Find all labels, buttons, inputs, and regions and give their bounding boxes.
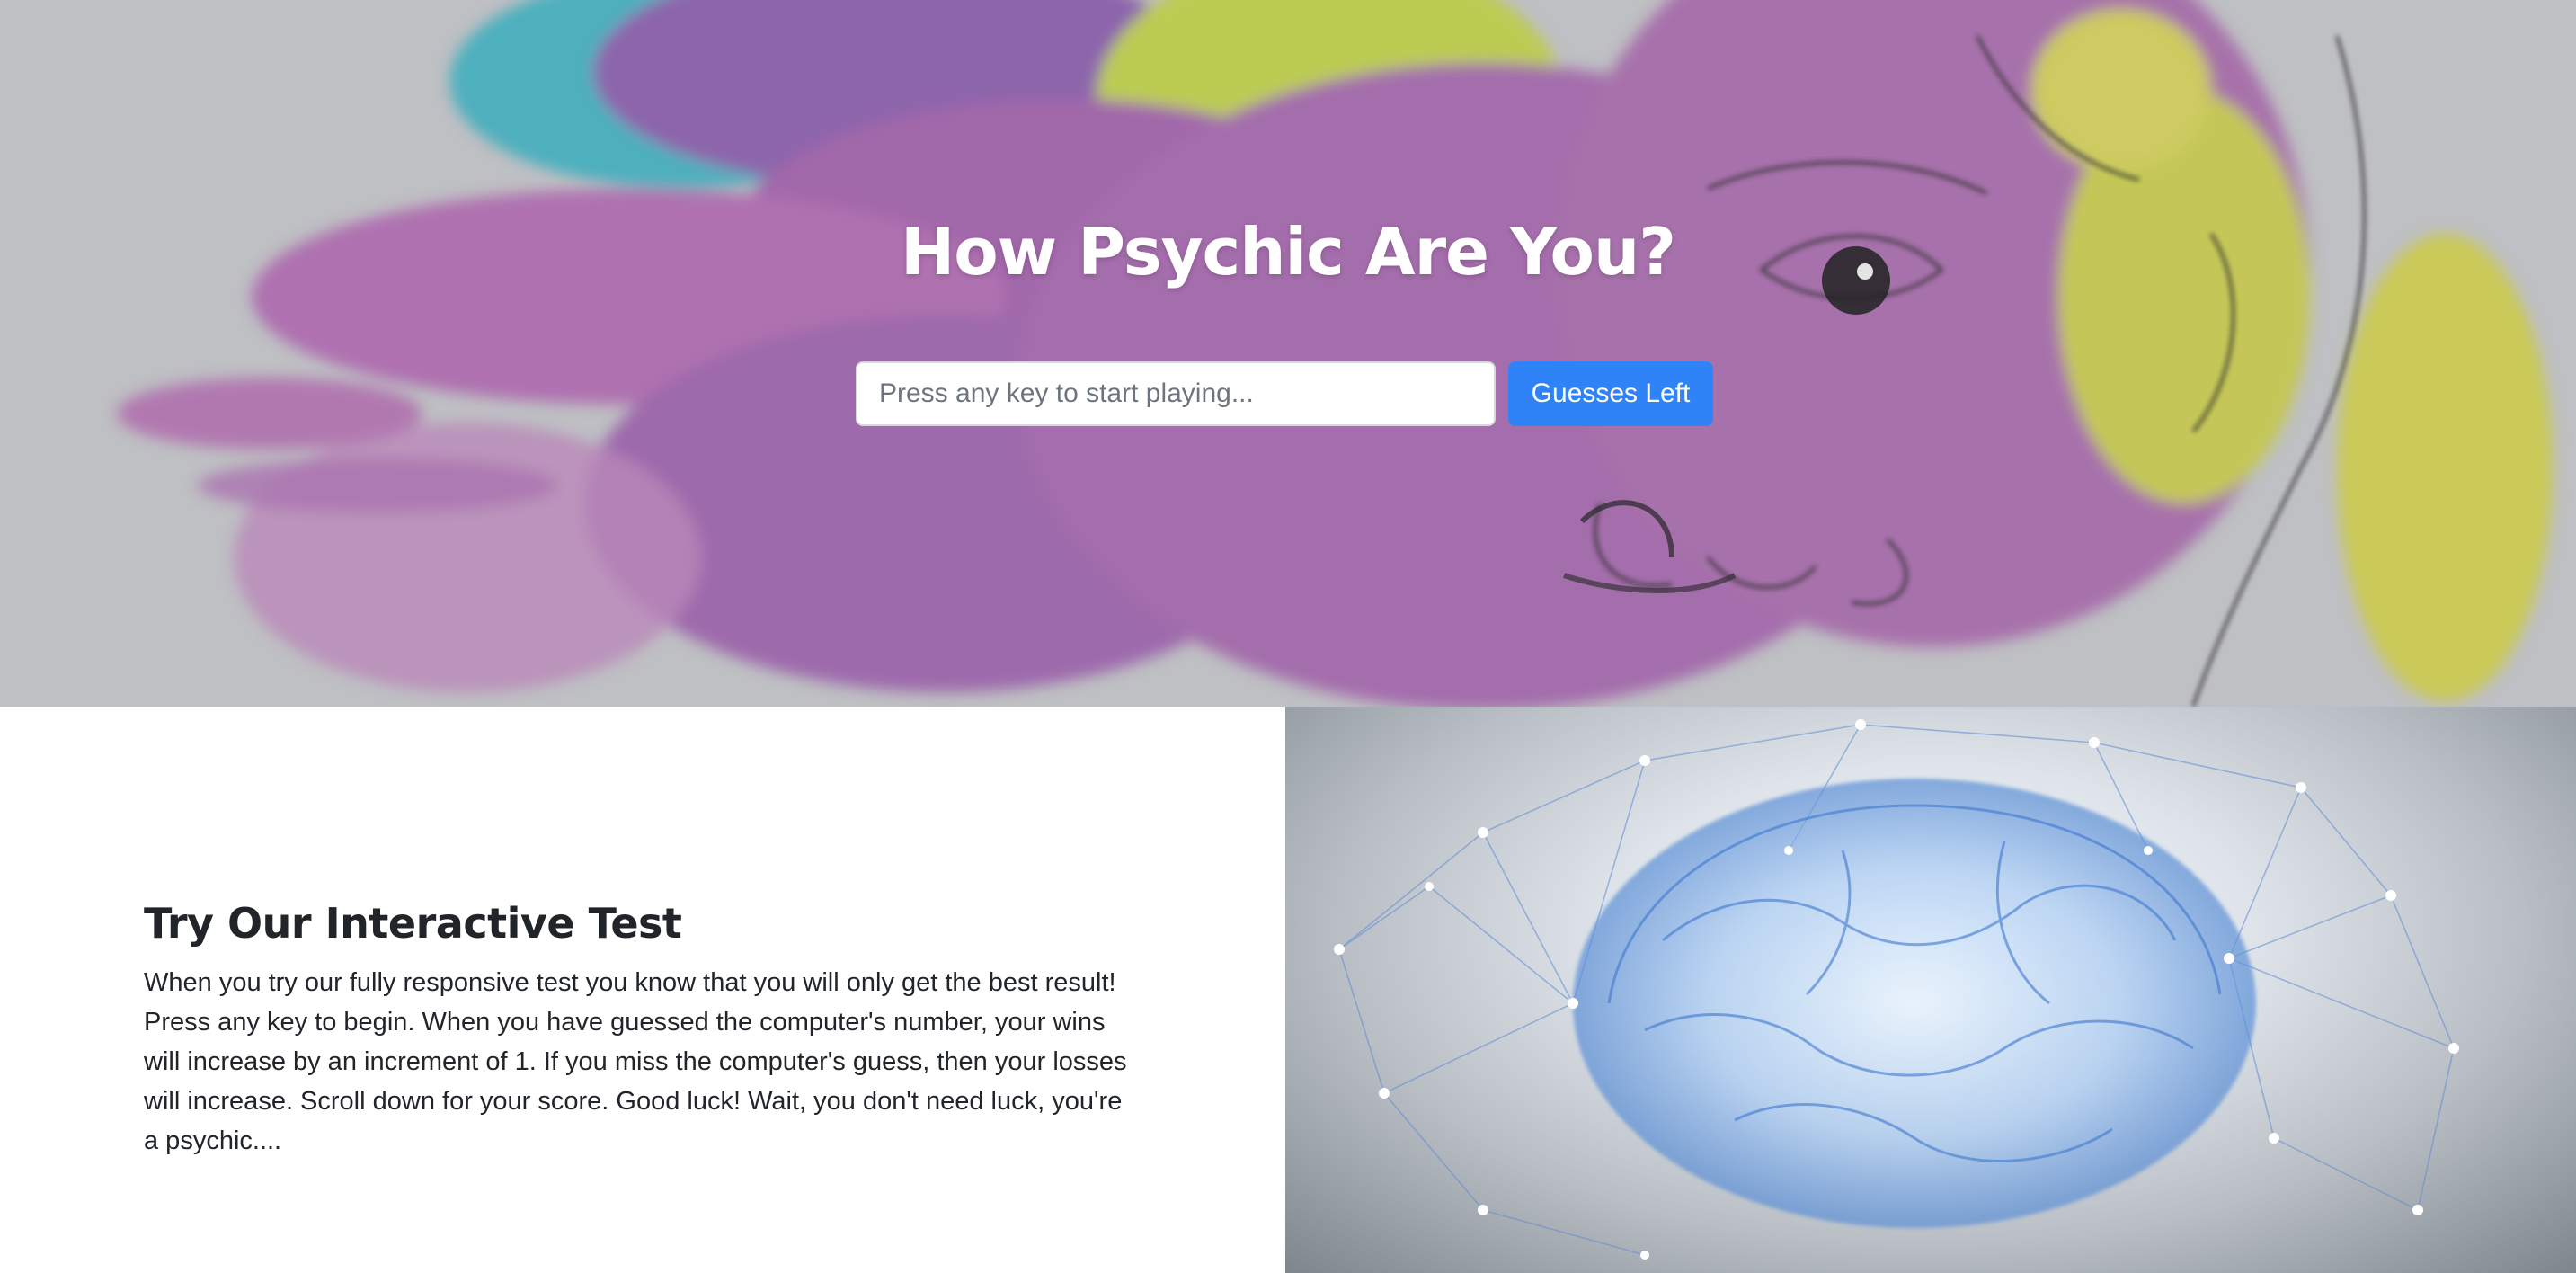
brain-network-image (1285, 707, 2576, 1273)
guess-input[interactable] (856, 361, 1496, 426)
intro-section: Try Our Interactive Test When you try ou… (0, 707, 2576, 1273)
guess-form: Guesses Left (856, 361, 1713, 426)
guesses-left-button[interactable]: Guesses Left (1508, 361, 1713, 426)
intro-text-panel: Try Our Interactive Test When you try ou… (0, 707, 1285, 1273)
page-title: How Psychic Are You? (900, 214, 1676, 289)
hero-overlay (0, 0, 2576, 707)
section-description: When you try our fully responsive test y… (144, 968, 1127, 1155)
hero-section: How Psychic Are You? Guesses Left (0, 0, 2576, 707)
section-heading: Try Our Interactive Test (144, 899, 682, 948)
